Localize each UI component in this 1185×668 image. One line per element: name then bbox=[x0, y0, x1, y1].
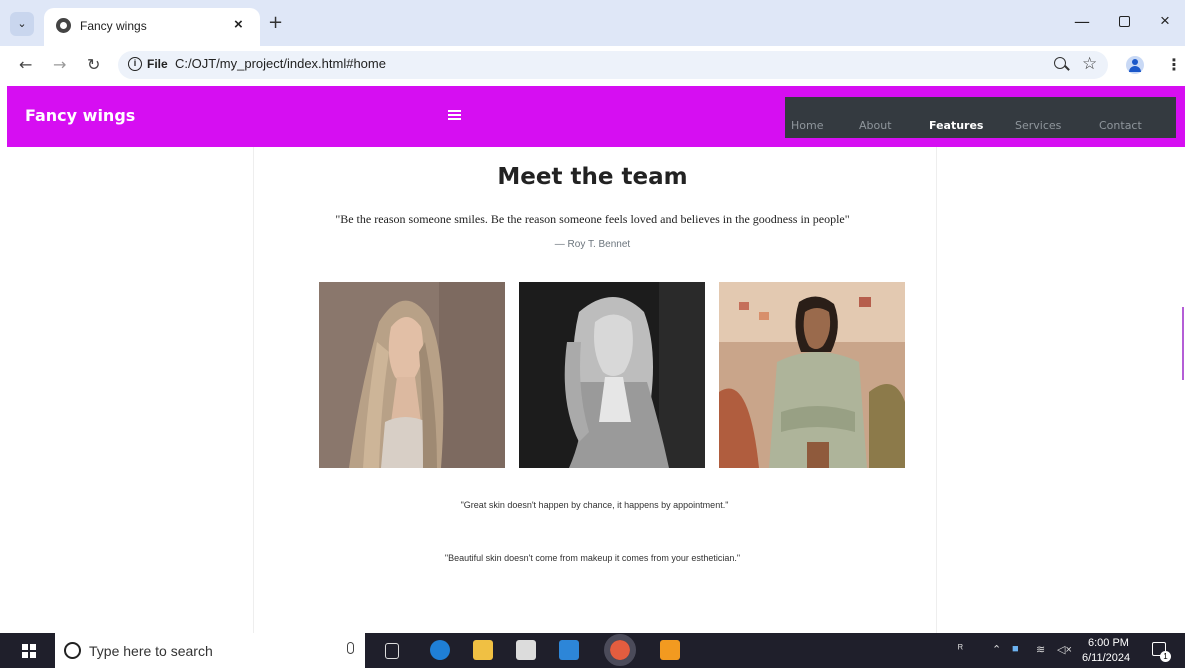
notification-badge: 1 bbox=[1160, 651, 1171, 662]
site-navbar: Fancy wings Home About Features Services… bbox=[7, 86, 1185, 147]
tab-title: Fancy wings bbox=[80, 19, 147, 33]
windows-start-icon[interactable] bbox=[22, 644, 36, 658]
taskbar-search[interactable]: Type here to search bbox=[55, 633, 365, 668]
file-explorer-icon[interactable] bbox=[473, 640, 493, 660]
new-tab-icon[interactable]: + bbox=[268, 12, 283, 33]
address-scheme-label: File bbox=[147, 57, 168, 71]
browser-tab-strip: ⌄ Fancy wings × + — × bbox=[0, 0, 1185, 46]
browser-toolbar: ← → ↻ i File C:/OJT/my_project/index.htm… bbox=[0, 46, 1185, 86]
zoom-icon[interactable] bbox=[1054, 57, 1066, 69]
nav-about[interactable]: About bbox=[859, 119, 892, 132]
site-brand[interactable]: Fancy wings bbox=[25, 106, 135, 125]
nav-services[interactable]: Services bbox=[1015, 119, 1061, 132]
os-taskbar: Type here to search ᴿ ⌃ ■ ≋ ◁× 6:00 PM 6… bbox=[0, 633, 1185, 668]
microphone-icon[interactable] bbox=[347, 642, 354, 654]
team-quote: "Be the reason someone smiles. Be the re… bbox=[335, 212, 850, 226]
nav-contact[interactable]: Contact bbox=[1099, 119, 1142, 132]
saying-1: "Great skin doesn't happen by chance, it… bbox=[460, 500, 729, 510]
window-close-icon[interactable]: × bbox=[1160, 11, 1170, 31]
sublime-text-icon[interactable] bbox=[660, 640, 680, 660]
address-url[interactable]: C:/OJT/my_project/index.html#home bbox=[175, 56, 386, 71]
task-view-icon[interactable] bbox=[385, 643, 399, 659]
forward-icon[interactable]: → bbox=[53, 55, 66, 74]
taskbar-search-input[interactable]: Type here to search bbox=[89, 643, 213, 659]
address-bar[interactable]: i File C:/OJT/my_project/index.html#home bbox=[118, 51, 1108, 79]
wifi-icon[interactable]: ≋ bbox=[1036, 643, 1045, 656]
cortana-icon bbox=[64, 642, 81, 659]
network-icon[interactable]: ■ bbox=[1012, 643, 1019, 655]
site-info-icon[interactable]: i bbox=[128, 57, 142, 71]
volume-icon[interactable]: ◁× bbox=[1057, 643, 1072, 656]
edge-icon[interactable] bbox=[430, 640, 450, 660]
mail-icon[interactable] bbox=[559, 640, 579, 660]
profile-icon[interactable] bbox=[1126, 56, 1144, 74]
team-member-photo-1 bbox=[319, 282, 505, 468]
clock-time[interactable]: 6:00 PM bbox=[1088, 637, 1129, 649]
scrollbar-thumb[interactable] bbox=[1182, 307, 1184, 380]
quote-author: — Roy T. Bennet bbox=[554, 239, 631, 250]
tab-search-icon[interactable]: ⌄ bbox=[10, 12, 34, 36]
bookmark-star-icon[interactable]: ☆ bbox=[1082, 54, 1097, 74]
globe-icon bbox=[56, 18, 71, 33]
team-member-photo-3 bbox=[719, 282, 905, 468]
tab-close-icon[interactable]: × bbox=[234, 16, 243, 33]
nav-home[interactable]: Home bbox=[791, 119, 823, 132]
back-icon[interactable]: ← bbox=[19, 55, 32, 74]
store-icon[interactable] bbox=[516, 640, 536, 660]
reload-icon[interactable]: ↻ bbox=[87, 55, 100, 74]
menu-kebab-icon[interactable]: ⋮ bbox=[1166, 55, 1182, 74]
hamburger-icon[interactable] bbox=[448, 110, 461, 120]
team-member-photo-2 bbox=[519, 282, 705, 468]
nav-features[interactable]: Features bbox=[929, 119, 983, 132]
nav-menu: Home About Features Services Contact bbox=[785, 97, 1176, 138]
browser-tab[interactable]: Fancy wings × bbox=[44, 8, 260, 46]
people-icon[interactable]: ᴿ bbox=[958, 643, 963, 655]
minimize-icon[interactable]: — bbox=[1074, 12, 1090, 31]
team-heading: Meet the team bbox=[497, 164, 688, 190]
chrome-icon[interactable] bbox=[604, 634, 636, 666]
saying-2: "Beautiful skin doesn't come from makeup… bbox=[444, 553, 741, 563]
tray-chevron-icon[interactable]: ⌃ bbox=[992, 643, 1001, 656]
clock-date[interactable]: 6/11/2024 bbox=[1082, 652, 1130, 664]
restore-icon[interactable] bbox=[1119, 16, 1130, 27]
